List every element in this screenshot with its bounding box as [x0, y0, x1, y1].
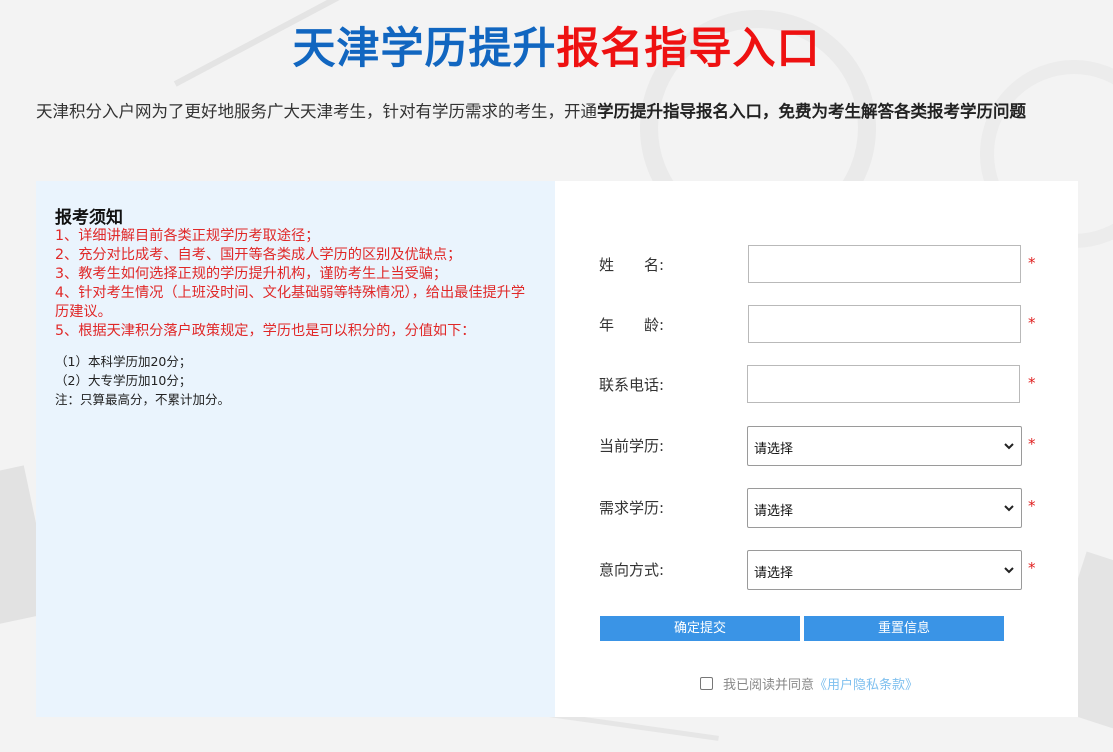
required-mark: *: [1028, 374, 1036, 392]
notice-item: 3、教考生如何选择正规的学历提升机构，谨防考生上当受骗；: [55, 266, 448, 282]
notice-title: 报考须知: [55, 208, 123, 228]
notice-sub-list: （1）本科学历加20分； （2）大专学历加10分； 注：只算最高分，不累计加分。: [55, 352, 533, 409]
target-edu-selected: 请选择: [754, 504, 794, 519]
method-select[interactable]: 请选择: [747, 550, 1022, 590]
name-field-box: [748, 245, 1021, 283]
phone-label: 联系电话:: [599, 376, 665, 394]
age-input[interactable]: [749, 306, 1020, 342]
agreement-row: 我已阅读并同意 《用户隐私条款》: [700, 674, 918, 693]
notice-item: 4、针对考生情况（上班没时间、文化基础弱等特殊情况），给出最佳提升学历建议。: [55, 285, 526, 320]
target-edu-label: 需求学历:: [599, 499, 665, 517]
method-label: 意向方式:: [599, 561, 665, 579]
page-title-part2: 报名指导入口: [556, 24, 821, 74]
phone-field-box: [747, 365, 1020, 403]
submit-button[interactable]: 确定提交: [600, 616, 800, 641]
notice-item: 1、详细讲解目前各类正规学历考取途径；: [55, 228, 320, 244]
age-label: 年 龄:: [599, 316, 665, 334]
signup-form: 姓 名: * 年 龄: * 联系电话: * 当前学历: 请选择 * 需求学历: …: [555, 181, 1078, 717]
current-edu-selected: 请选择: [754, 442, 794, 457]
notice-item: 5、根据天津积分落户政策规定，学历也是可以积分的，分值如下：: [55, 323, 476, 339]
required-mark: *: [1028, 435, 1036, 453]
required-mark: *: [1028, 559, 1036, 577]
phone-input[interactable]: [748, 366, 1019, 402]
reset-button[interactable]: 重置信息: [804, 616, 1004, 641]
notice-item: 2、充分对比成考、自考、国开等各类成人学历的区别及优缺点；: [55, 247, 462, 263]
method-selected: 请选择: [754, 566, 794, 581]
notice-sub-item: （2）大专学历加10分；: [55, 373, 192, 388]
notice-panel: 报考须知 1、详细讲解目前各类正规学历考取途径； 2、充分对比成考、自考、国开等…: [36, 181, 555, 717]
required-mark: *: [1028, 314, 1036, 332]
agree-text: 我已阅读并同意: [723, 678, 815, 693]
name-label: 姓 名:: [599, 256, 665, 274]
intro-bold: 学历提升指导报名入口，免费为考生解答各类报考学历问题: [597, 102, 1026, 121]
chevron-down-icon: [1004, 505, 1014, 512]
chevron-down-icon: [1004, 443, 1014, 450]
current-edu-label: 当前学历:: [599, 437, 665, 455]
chevron-down-icon: [1004, 567, 1014, 574]
current-edu-select[interactable]: 请选择: [747, 426, 1022, 466]
name-input[interactable]: [749, 246, 1020, 282]
privacy-link[interactable]: 《用户隐私条款》: [814, 674, 918, 693]
intro-regular: 天津积分入户网为了更好地服务广大天津考生，针对有学历需求的考生，开通: [36, 102, 597, 121]
notice-list: 1、详细讲解目前各类正规学历考取途径； 2、充分对比成考、自考、国开等各类成人学…: [55, 227, 533, 341]
required-mark: *: [1028, 254, 1036, 272]
page-title: 天津学历提升报名指导入口: [0, 14, 1113, 76]
age-field-box: [748, 305, 1021, 343]
intro-text: 天津积分入户网为了更好地服务广大天津考生，针对有学历需求的考生，开通学历提升指导…: [36, 100, 1076, 124]
required-mark: *: [1028, 497, 1036, 515]
agree-checkbox[interactable]: [700, 677, 713, 690]
notice-sub-item: 注：只算最高分，不累计加分。: [55, 392, 231, 407]
notice-sub-item: （1）本科学历加20分；: [55, 354, 192, 369]
target-edu-select[interactable]: 请选择: [747, 488, 1022, 528]
page-title-part1: 天津学历提升: [292, 24, 557, 74]
